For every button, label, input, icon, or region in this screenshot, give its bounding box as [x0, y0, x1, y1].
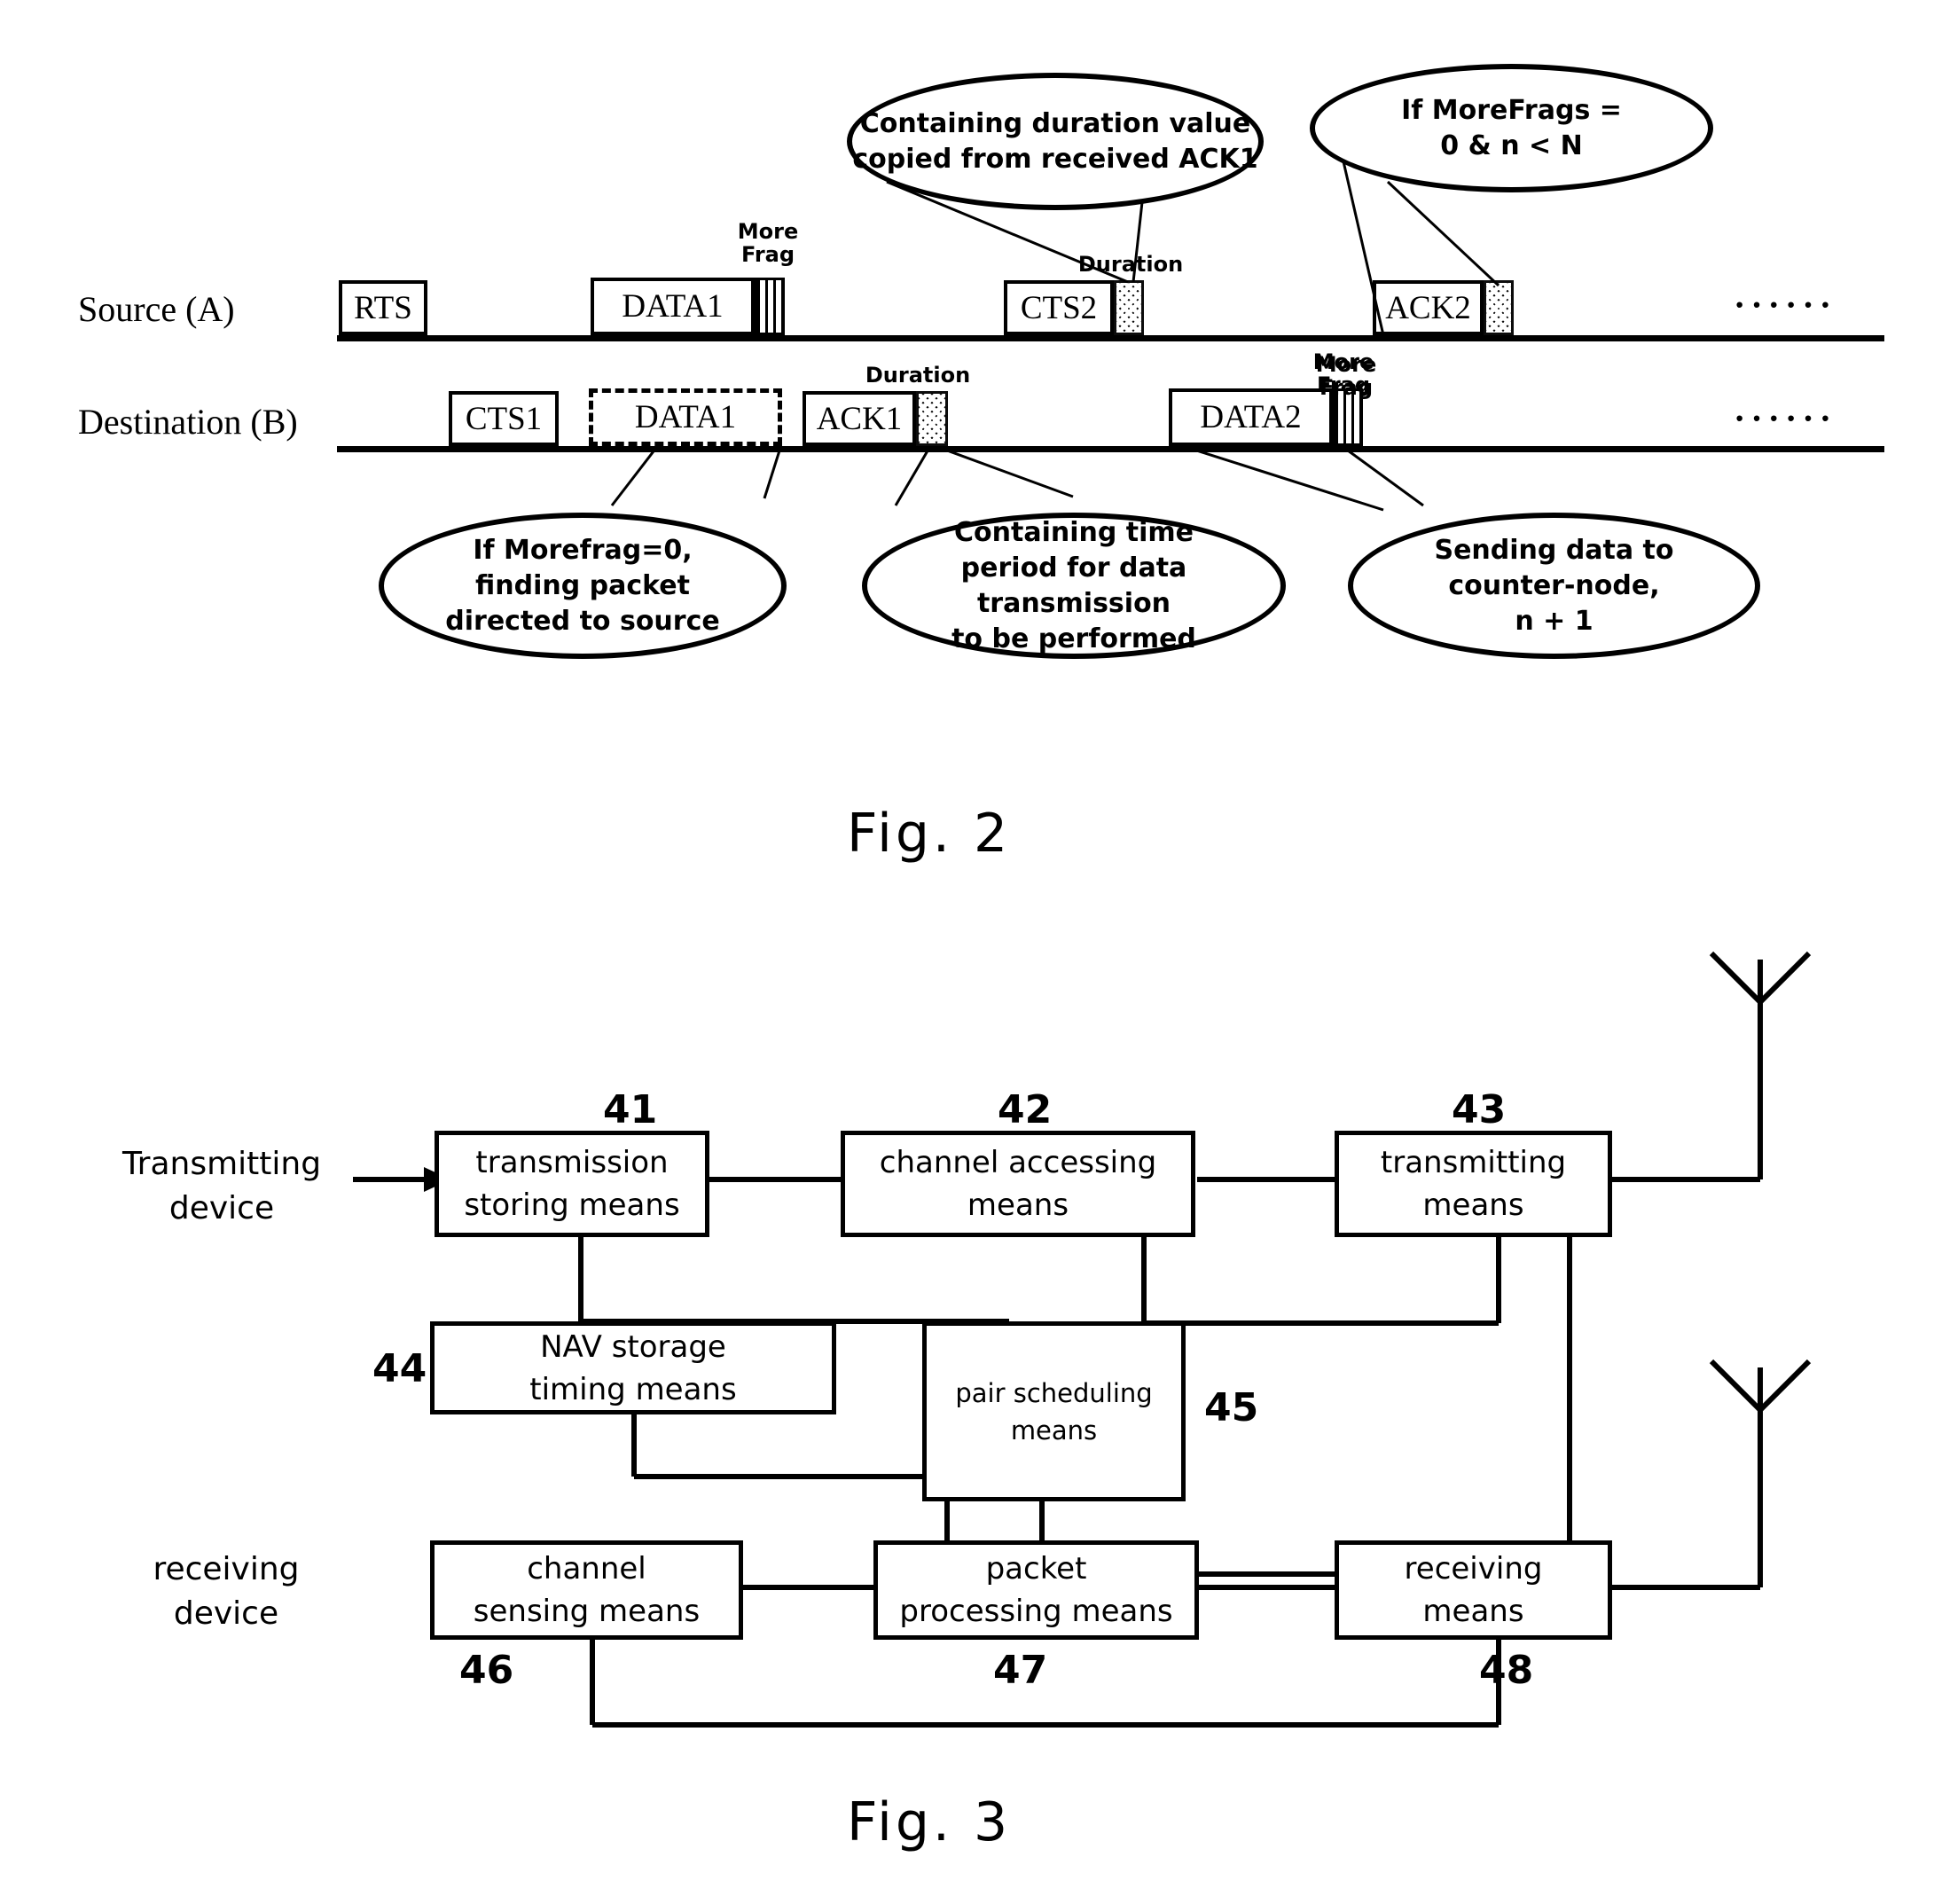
block-packet-processing-means: packet processing means	[873, 1540, 1199, 1640]
label-receiving-device: receiving device	[153, 1551, 300, 1632]
block-receiving-means: receiving means	[1335, 1540, 1612, 1640]
figure-3-caption: Fig. 3	[847, 1791, 1012, 1853]
block-channel-accessing-means: channel accessing means	[841, 1131, 1195, 1237]
block-nav-storage-timing-means: NAV storage timing means	[430, 1321, 836, 1414]
refnum-46: 46	[459, 1648, 514, 1693]
refnum-42: 42	[998, 1087, 1053, 1132]
refnum-41: 41	[603, 1087, 658, 1132]
label-transmitting-device: Transmitting device	[121, 1146, 322, 1226]
patent-figure-sheet: Source (A) Destination (B) RTS DATA1 Mor…	[0, 0, 1942, 1904]
block-transmission-storing-means: transmission storing means	[435, 1131, 709, 1237]
refnum-45: 45	[1204, 1385, 1259, 1430]
refnum-44: 44	[372, 1346, 427, 1391]
refnum-47: 47	[993, 1648, 1048, 1693]
block-pair-scheduling-means: pair scheduling means	[922, 1321, 1186, 1501]
refnum-43: 43	[1452, 1087, 1507, 1132]
refnum-48: 48	[1479, 1648, 1534, 1693]
block-transmitting-means: transmitting means	[1335, 1131, 1612, 1237]
block-channel-sensing-means: channel sensing means	[430, 1540, 743, 1640]
